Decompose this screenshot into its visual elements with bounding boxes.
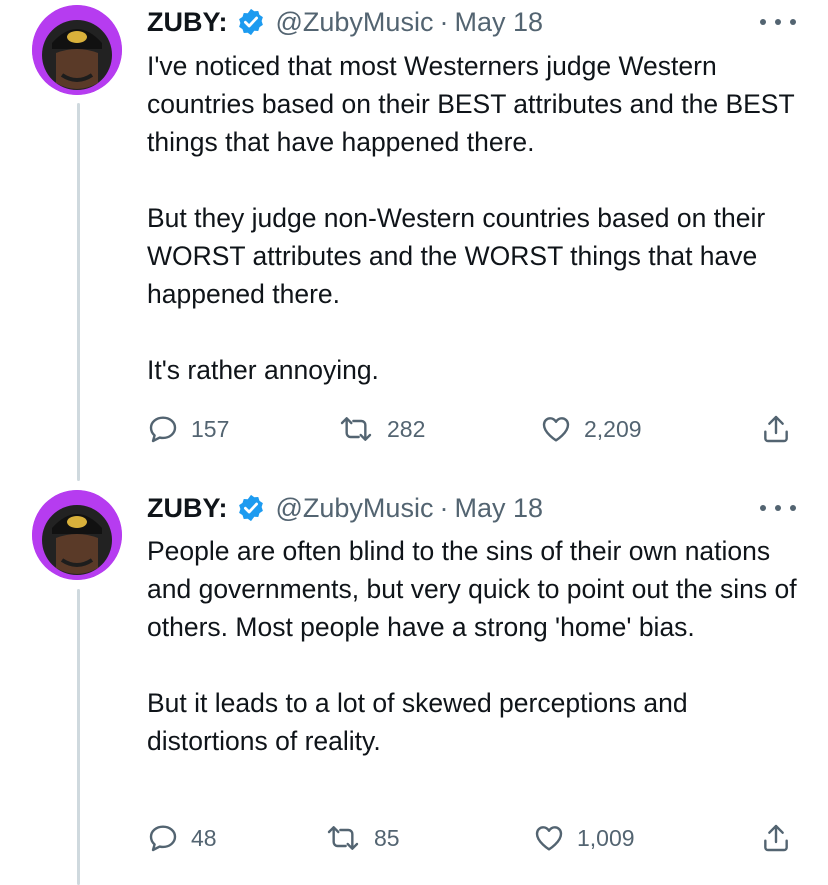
reply-count: 157 (191, 415, 230, 442)
reply-icon (149, 416, 177, 443)
tweet-paragraph: People are often blind to the sins of th… (147, 536, 797, 642)
retweet-button[interactable]: 282 (337, 413, 425, 445)
display-name[interactable]: ZUBY: (147, 7, 228, 38)
retweet-button[interactable]: 85 (324, 822, 400, 854)
share-button[interactable] (760, 822, 804, 854)
like-count: 2,209 (584, 415, 642, 442)
retweet-icon (340, 417, 372, 441)
retweet-icon (327, 826, 359, 850)
reply-icon (149, 825, 177, 852)
reply-button[interactable]: 157 (147, 413, 229, 445)
tweet[interactable]: ZUBY: @ZubyMusic · May 18 I've noticed t… (0, 0, 828, 485)
tweet-text: People are often blind to the sins of th… (147, 532, 797, 760)
retweet-count: 85 (374, 824, 400, 851)
reply-count: 48 (191, 824, 217, 851)
action-bar: 48 85 1,009 (147, 822, 807, 858)
like-button[interactable]: 2,209 (540, 413, 642, 445)
timestamp[interactable]: May 18 (454, 7, 543, 38)
tweet-text: I've noticed that most Westerners judge … (147, 47, 797, 389)
tweet-header: ZUBY: @ZubyMusic · May 18 (147, 490, 543, 526)
share-button[interactable] (760, 413, 804, 445)
timestamp[interactable]: May 18 (454, 493, 543, 524)
more-icon[interactable] (760, 498, 796, 518)
separator: · (439, 6, 449, 37)
handle[interactable]: @ZubyMusic (276, 493, 434, 524)
tweet[interactable]: ZUBY: @ZubyMusic · May 18 People are oft… (0, 485, 828, 885)
like-button[interactable]: 1,009 (533, 822, 635, 854)
avatar[interactable] (32, 5, 122, 95)
verified-badge-icon (236, 493, 266, 523)
action-bar: 157 282 2,209 (147, 413, 807, 449)
more-icon[interactable] (760, 12, 796, 32)
verified-badge-icon (236, 7, 266, 37)
share-icon (764, 415, 788, 443)
like-count: 1,009 (577, 824, 635, 851)
retweet-count: 282 (387, 415, 426, 442)
handle[interactable]: @ZubyMusic (276, 7, 434, 38)
tweet-header: ZUBY: @ZubyMusic · May 18 (147, 4, 543, 40)
tweet-paragraph: It's rather annoying. (147, 355, 379, 385)
separator: · (439, 492, 449, 523)
like-icon (542, 417, 570, 442)
like-icon (535, 826, 563, 851)
display-name[interactable]: ZUBY: (147, 493, 228, 524)
share-icon (764, 824, 788, 852)
tweet-paragraph: I've noticed that most Westerners judge … (147, 51, 795, 157)
avatar[interactable] (32, 490, 122, 580)
tweet-paragraph: But it leads to a lot of skewed percepti… (147, 688, 688, 756)
tweet-paragraph: But they judge non-Western countries bas… (147, 203, 766, 309)
reply-button[interactable]: 48 (147, 822, 217, 854)
